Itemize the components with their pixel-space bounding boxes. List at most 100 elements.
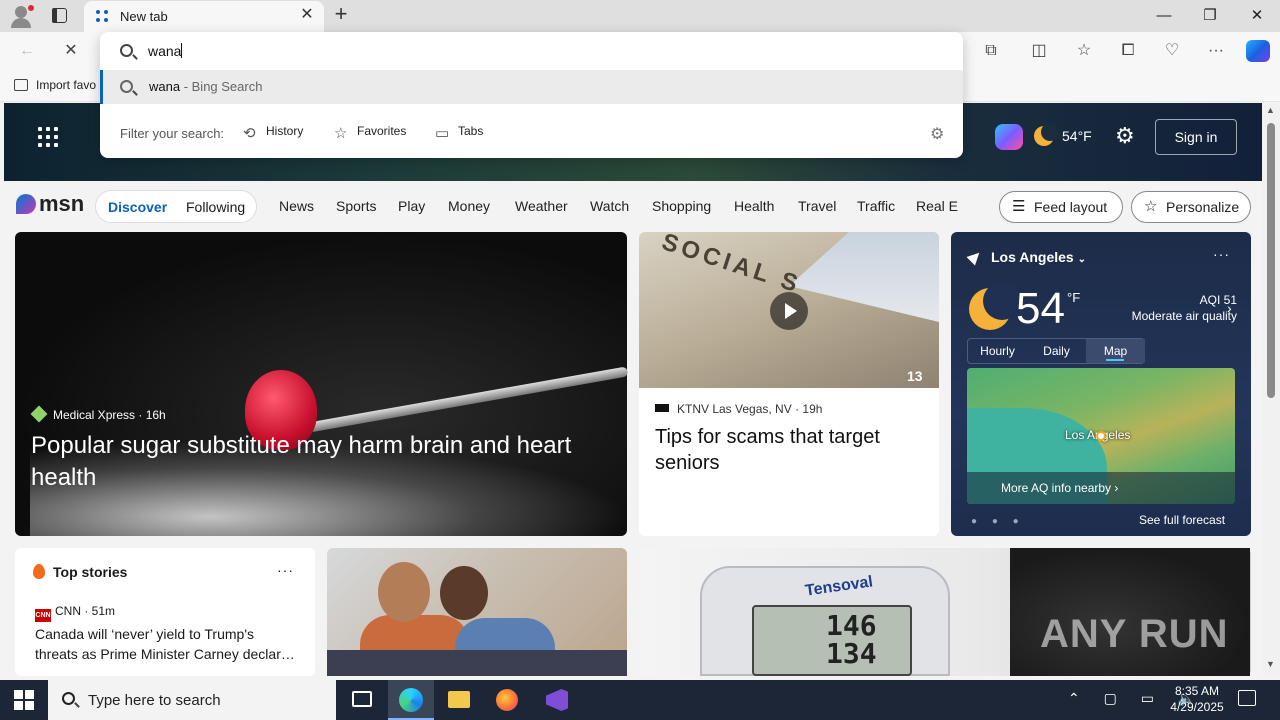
address-input[interactable]: wana	[148, 43, 183, 59]
nav-news[interactable]: News	[279, 198, 314, 214]
carousel-dots[interactable]: ● ● ●	[971, 516, 1025, 527]
favorites-star-icon[interactable]: ☆	[1071, 40, 1097, 62]
edge-taskbar-icon[interactable]	[388, 680, 434, 720]
chevron-right-icon[interactable]: ›	[1227, 300, 1232, 316]
page-settings-icon[interactable]: ⚙	[1115, 123, 1135, 149]
tab-hourly[interactable]: Hourly	[968, 339, 1027, 363]
copilot-badge-icon[interactable]	[995, 124, 1023, 150]
temperature-unit[interactable]: °F	[1067, 290, 1080, 305]
building-image: SOCIAL S 13	[639, 232, 939, 388]
filter-tabs-button[interactable]: ▭ Tabs	[435, 124, 483, 141]
article-title[interactable]: Popular sugar substitute may harm brain …	[31, 430, 621, 494]
back-arrow-icon[interactable]: ←	[14, 40, 40, 62]
browser-essentials-icon[interactable]: ♡	[1159, 40, 1185, 62]
more-options-icon[interactable]: ···	[277, 562, 294, 578]
tab-following[interactable]: Following	[186, 199, 245, 215]
nav-sports[interactable]: Sports	[336, 198, 376, 214]
nav-health[interactable]: Health	[734, 198, 774, 214]
device-readings: 146 134	[826, 612, 877, 668]
firefox-icon[interactable]	[484, 680, 530, 720]
watermark: ANY RUN	[1040, 612, 1229, 656]
play-video-icon[interactable]	[770, 292, 808, 330]
tab-map[interactable]: Map	[1086, 339, 1145, 363]
tab-daily[interactable]: Daily	[1027, 339, 1086, 363]
weather-card: Los Angeles ⌄ ··· 54 °F AQI 51 Moderate a…	[951, 232, 1251, 536]
story-title[interactable]: Canada will ‘never’ yield to Trump's thr…	[35, 624, 299, 664]
sign-in-button[interactable]: Sign in	[1155, 119, 1237, 155]
filter-favorites-button[interactable]: ☆ Favorites	[334, 124, 406, 141]
nav-real-estate[interactable]: Real E	[916, 198, 958, 214]
article-title[interactable]: Tips for scams that target seniors	[655, 424, 925, 476]
scroll-thumb[interactable]	[1267, 123, 1275, 398]
extensions-icon[interactable]: ⧉	[978, 40, 1004, 62]
windows-start-icon[interactable]	[14, 690, 34, 710]
gear-icon[interactable]: ⚙	[930, 124, 944, 144]
copilot-icon[interactable]	[1246, 40, 1270, 62]
clock-date: 4/29/2025	[1170, 700, 1224, 714]
nav-watch[interactable]: Watch	[590, 198, 629, 214]
nav-traffic[interactable]: Traffic	[857, 198, 895, 214]
header-temperature[interactable]: 54°F	[1062, 128, 1092, 144]
weather-tabs: Hourly Daily Map	[967, 338, 1145, 364]
medical-xpress-icon	[30, 405, 48, 423]
location-pin-icon	[1096, 431, 1106, 441]
more-aq-link[interactable]: More AQ info nearby ›	[967, 472, 1235, 504]
tab-discover[interactable]: Discover	[108, 199, 167, 215]
clock-time: 8:35 AM	[1174, 684, 1220, 698]
restore-button[interactable]: ❐	[1187, 0, 1233, 32]
cnn-logo-icon: CNN	[35, 609, 51, 622]
nav-shopping[interactable]: Shopping	[652, 198, 711, 214]
tab-actions-icon[interactable]	[48, 5, 72, 27]
nav-money[interactable]: Money	[448, 198, 490, 214]
collections-icon[interactable]: ⧠	[1115, 40, 1141, 62]
nav-weather[interactable]: Weather	[515, 198, 568, 214]
import-favorites-label: Import favo	[36, 78, 97, 92]
minimize-button[interactable]: —	[1141, 0, 1187, 32]
weather-location[interactable]: Los Angeles ⌄	[966, 248, 1087, 266]
chevron-down-icon: ⌄	[1077, 254, 1087, 265]
story-age: 51m	[91, 604, 116, 618]
address-bar-dropdown: wana wana - Bing Search Filter your sear…	[100, 32, 963, 158]
feed-layout-button[interactable]: ☰ Feed layout	[999, 191, 1123, 223]
import-favorites-link[interactable]: Import favo	[14, 78, 96, 92]
msn-logo[interactable]: msn	[16, 191, 84, 217]
window-close-button[interactable]: ✕	[1234, 0, 1280, 32]
air-quality[interactable]: AQI 51 Moderate air quality	[1117, 292, 1237, 324]
see-full-forecast-link[interactable]: See full forecast	[1139, 513, 1225, 527]
personalize-button[interactable]: ☆ Personalize	[1131, 191, 1251, 223]
task-view-icon[interactable]	[340, 680, 386, 720]
top-stories-title: Top stories	[53, 564, 128, 580]
top-stories-card: Top stories ··· CNN CNN · 51m Canada will…	[15, 548, 315, 676]
feed-layout-label: Feed layout	[1034, 199, 1108, 215]
suggestion-query: wana	[149, 79, 181, 94]
apps-grid-icon[interactable]	[38, 127, 58, 147]
diastolic-reading: 134	[826, 637, 877, 670]
settings-more-icon[interactable]: ···	[1203, 40, 1229, 62]
new-tab-button[interactable]: +	[330, 3, 352, 26]
close-tab-icon[interactable]: ✕	[298, 6, 316, 24]
taskbar-search-box[interactable]: Type here to search	[48, 680, 336, 720]
scroll-down-arrow-icon[interactable]: ▼	[1266, 659, 1275, 669]
profile-avatar-icon[interactable]	[8, 3, 34, 29]
tab-new-tab[interactable]: New tab ✕	[84, 1, 324, 32]
more-options-icon[interactable]: ···	[1213, 246, 1230, 262]
nav-travel[interactable]: Travel	[798, 198, 836, 214]
notification-center-icon[interactable]	[1238, 690, 1256, 706]
file-explorer-icon[interactable]	[436, 680, 482, 720]
page-scrollbar[interactable]: ▲ ▼	[1262, 103, 1280, 676]
location-arrow-icon	[966, 248, 984, 266]
taskbar-clock[interactable]: 8:35 AM 4/29/2025	[1162, 683, 1232, 715]
visual-studio-icon[interactable]	[534, 680, 580, 720]
sparkle-star-icon: ☆	[1144, 198, 1158, 215]
nav-play[interactable]: Play	[398, 198, 425, 214]
filter-history-button[interactable]: ⟲ History	[243, 124, 303, 141]
split-screen-icon[interactable]: ◫	[1026, 40, 1052, 62]
scroll-up-arrow-icon[interactable]: ▲	[1266, 105, 1275, 115]
source-name: CNN	[55, 604, 81, 618]
stop-loading-icon[interactable]: ✕	[58, 40, 84, 62]
article-card[interactable]: SOCIAL S 13 KTNV Las Vegas, NV · 19h Tip…	[639, 232, 939, 536]
weather-map[interactable]: Los Angeles More AQ info nearby ›	[967, 368, 1235, 504]
article-age: 19h	[802, 402, 823, 416]
search-suggestion-row[interactable]: wana - Bing Search	[100, 70, 963, 104]
person-image	[378, 562, 430, 622]
